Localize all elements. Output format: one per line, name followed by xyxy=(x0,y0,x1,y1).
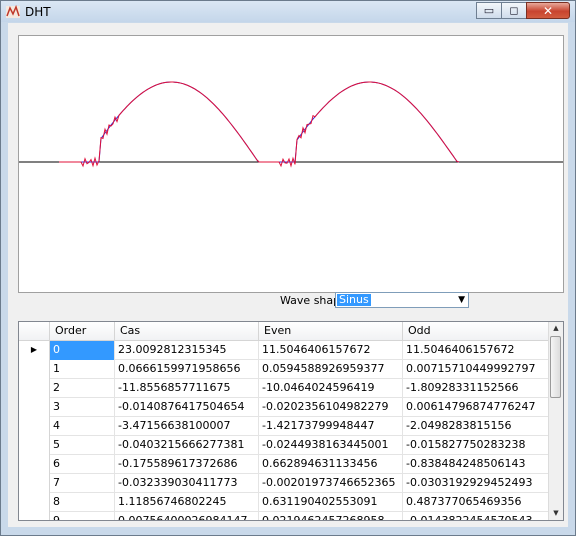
table-row[interactable]: 4 -3.47156638100007 -1.42173799948447 -2.04… xyxy=(19,417,550,436)
wave-original-line xyxy=(59,81,460,163)
caption-buttons: ▭ ◻ ✕ xyxy=(476,2,570,19)
cell-odd[interactable]: 11.5046406157672 xyxy=(403,341,550,360)
table-row[interactable]: 7 -0.032339030411773 -0.00201973746652365-… xyxy=(19,474,550,493)
cell-order[interactable]: 8 xyxy=(50,493,115,512)
cell-order[interactable]: 1 xyxy=(50,360,115,379)
column-header-odd[interactable]: Odd xyxy=(403,322,550,340)
table-row[interactable]: 3 -0.0140876417504654 -0.0202356104982279 0… xyxy=(19,398,550,417)
cell-odd[interactable]: 0.00614796874776247 xyxy=(403,398,550,417)
wave-plot xyxy=(18,35,564,293)
cell-cas[interactable]: 1.11856746802245 xyxy=(115,493,259,512)
maximize-button[interactable]: ◻ xyxy=(501,2,527,19)
close-button[interactable]: ✕ xyxy=(526,2,570,19)
row-header[interactable] xyxy=(19,455,50,474)
vertical-scrollbar[interactable]: ▲ ▼ xyxy=(548,322,563,520)
cell-even[interactable]: 0.631190402553091 xyxy=(259,493,403,512)
cell-even[interactable]: -0.00201973746652365 xyxy=(259,474,403,493)
table-row[interactable]: 2 -11.8556857711675 -10.0464024596419 -1.80… xyxy=(19,379,550,398)
cell-odd[interactable]: 0.00715710449992797 xyxy=(403,360,550,379)
cell-odd[interactable]: -2.0498283815156 xyxy=(403,417,550,436)
row-header[interactable] xyxy=(19,436,50,455)
column-header-order[interactable]: Order xyxy=(50,322,115,340)
table-row[interactable]: 5 -0.0403215666277381 -0.0244938163445001-… xyxy=(19,436,550,455)
minimize-icon: ▭ xyxy=(483,4,495,17)
cell-even[interactable]: -0.0202356104982279 xyxy=(259,398,403,417)
app-window: DHT ▭ ◻ ✕ Wave shape Sinus ▼ Order Cas E… xyxy=(0,0,576,536)
current-row-indicator-icon[interactable]: ▶ xyxy=(19,341,50,360)
cell-order[interactable]: 0 xyxy=(50,341,115,360)
grid-corner-cell xyxy=(19,322,50,340)
dropdown-arrow-icon[interactable]: ▼ xyxy=(458,295,465,305)
cell-odd[interactable]: -0.015827750283238 xyxy=(403,436,550,455)
cell-cas[interactable]: 23.0092812315345 xyxy=(115,341,259,360)
row-header[interactable] xyxy=(19,398,50,417)
cell-odd[interactable]: -0.0303192929452493 xyxy=(403,474,550,493)
scroll-up-icon[interactable]: ▲ xyxy=(550,322,562,335)
cell-even[interactable]: -10.0464024596419 xyxy=(259,379,403,398)
wave-shape-value: Sinus xyxy=(337,293,371,306)
table-row[interactable]: ▶ 0 23.0092812315345 11.5046406157672 11.504… xyxy=(19,341,550,360)
cell-order[interactable]: 2 xyxy=(50,379,115,398)
cell-cas[interactable]: -11.8556857711675 xyxy=(115,379,259,398)
coefficients-grid[interactable]: Order Cas Even Odd ▶ 0 23.0092812315345 11.… xyxy=(18,321,564,521)
cell-order[interactable]: 9 xyxy=(50,512,115,520)
cell-odd[interactable]: 0.487377065469356 xyxy=(403,493,550,512)
cell-cas[interactable]: -0.175589617372686 xyxy=(115,455,259,474)
table-row[interactable]: 1 0.0666159971958656 0.0594588926959377 0.0… xyxy=(19,360,550,379)
cell-order[interactable]: 7 xyxy=(50,474,115,493)
title-bar[interactable]: DHT ▭ ◻ ✕ xyxy=(1,1,575,22)
cell-even[interactable]: 11.5046406157672 xyxy=(259,341,403,360)
row-header[interactable] xyxy=(19,474,50,493)
row-header[interactable] xyxy=(19,379,50,398)
cell-even[interactable]: 0.662894631133456 xyxy=(259,455,403,474)
cell-cas[interactable]: -0.0140876417504654 xyxy=(115,398,259,417)
table-row[interactable]: 6 -0.175589617372686 0.662894631133456 -0.8… xyxy=(19,455,550,474)
row-header[interactable] xyxy=(19,512,50,520)
cell-cas[interactable]: 0.0666159971958656 xyxy=(115,360,259,379)
scroll-thumb[interactable] xyxy=(550,336,561,398)
cell-odd[interactable]: -0.838484248506143 xyxy=(403,455,550,474)
cell-even[interactable]: 0.0219462457268958 xyxy=(259,512,403,520)
minimize-button[interactable]: ▭ xyxy=(476,2,502,19)
row-header[interactable] xyxy=(19,360,50,379)
cell-cas[interactable]: -3.47156638100007 xyxy=(115,417,259,436)
cell-cas[interactable]: 0.00756400026984147 xyxy=(115,512,259,520)
cell-cas[interactable]: -0.0403215666277381 xyxy=(115,436,259,455)
wave-shape-select[interactable]: Sinus ▼ xyxy=(335,292,469,308)
cell-odd[interactable]: -1.80928331152566 xyxy=(403,379,550,398)
column-header-even[interactable]: Even xyxy=(259,322,403,340)
window-title: DHT xyxy=(25,5,51,19)
scroll-down-icon[interactable]: ▼ xyxy=(550,507,562,520)
row-header[interactable] xyxy=(19,493,50,512)
app-icon xyxy=(6,4,20,18)
table-row[interactable]: 9 0.00756400026984147 0.0219462457268958 -0… xyxy=(19,512,550,520)
maximize-icon: ◻ xyxy=(509,4,519,17)
cell-cas[interactable]: -0.032339030411773 xyxy=(115,474,259,493)
cell-even[interactable]: -0.0244938163445001 xyxy=(259,436,403,455)
cell-even[interactable]: -1.42173799948447 xyxy=(259,417,403,436)
cell-order[interactable]: 6 xyxy=(50,455,115,474)
close-icon: ✕ xyxy=(542,3,554,18)
cell-odd[interactable]: -0.0143822454570543 xyxy=(403,512,550,520)
cell-even[interactable]: 0.0594588926959377 xyxy=(259,360,403,379)
table-row[interactable]: 8 1.11856746802245 0.631190402553091 0.4873… xyxy=(19,493,550,512)
column-header-cas[interactable]: Cas xyxy=(115,322,259,340)
grid-header: Order Cas Even Odd xyxy=(19,322,550,341)
cell-order[interactable]: 3 xyxy=(50,398,115,417)
wave-plot-canvas xyxy=(19,81,563,168)
client-area: Wave shape Sinus ▼ Order Cas Even Odd ▶ 0… xyxy=(8,23,568,527)
cell-order[interactable]: 4 xyxy=(50,417,115,436)
wave-reconstructed-line xyxy=(59,81,460,168)
row-header[interactable] xyxy=(19,417,50,436)
cell-order[interactable]: 5 xyxy=(50,436,115,455)
